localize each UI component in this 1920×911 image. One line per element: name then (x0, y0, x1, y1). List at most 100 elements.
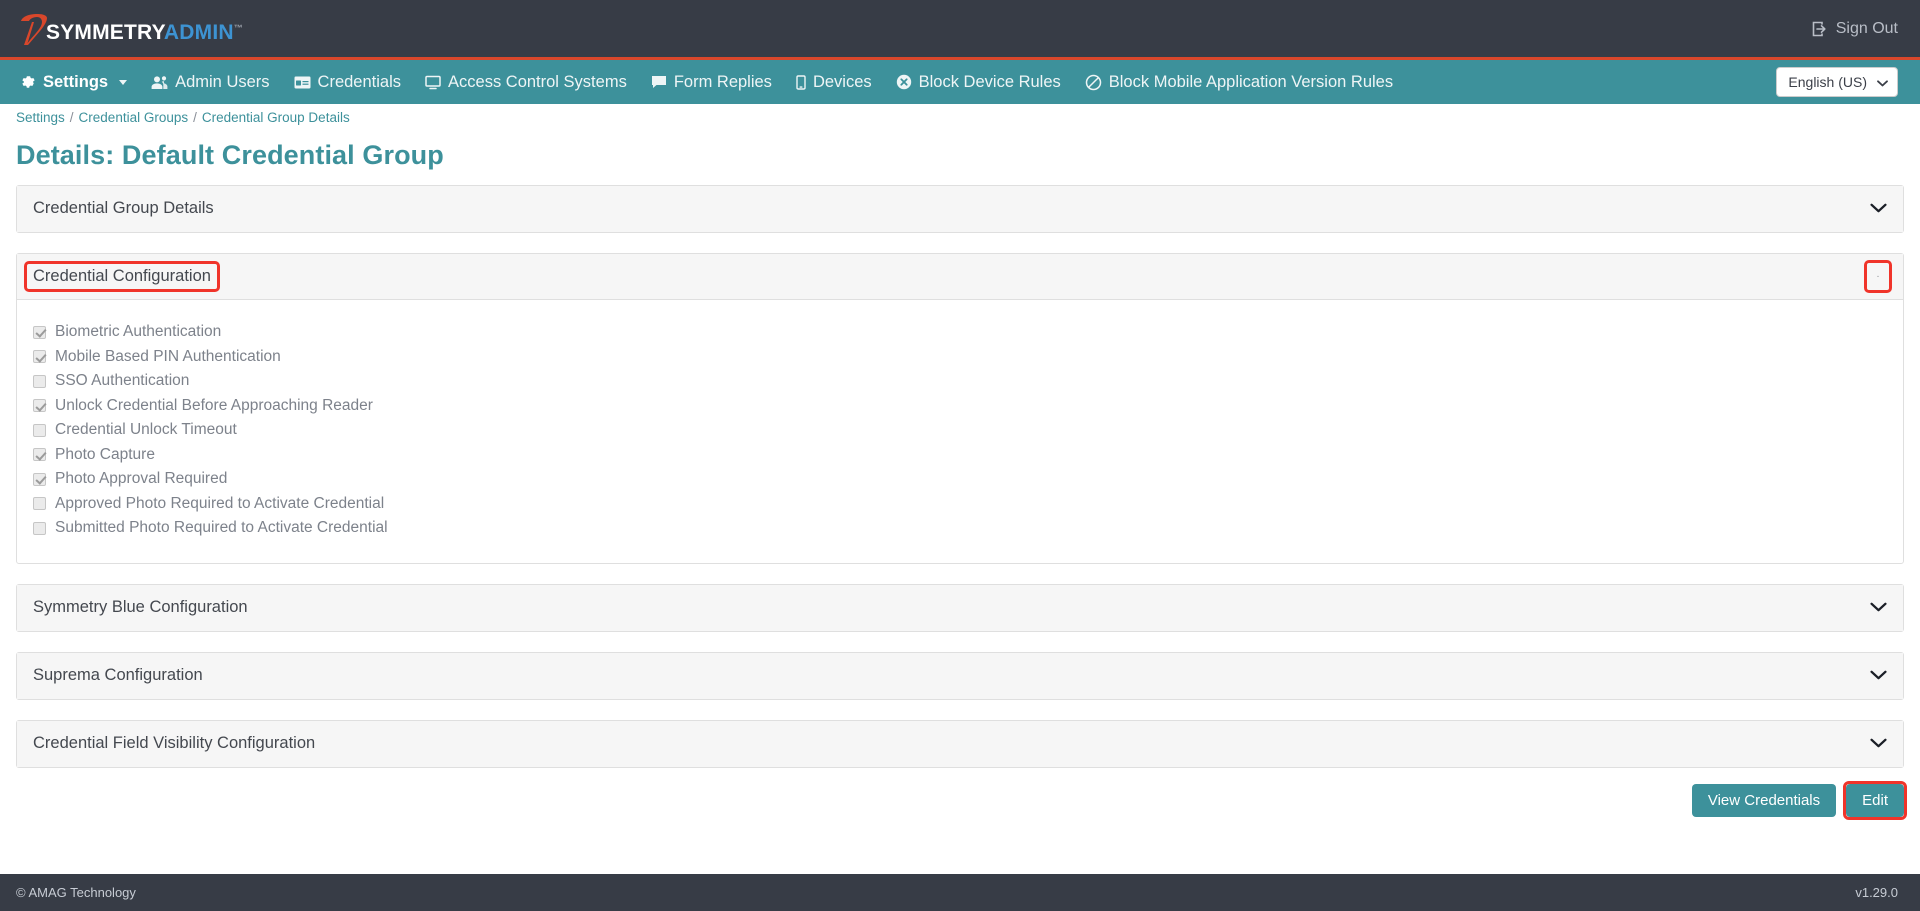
breadcrumb-separator: / (193, 109, 197, 125)
nav-item-form-replies[interactable]: Form Replies (639, 60, 784, 104)
breadcrumb-item-settings[interactable]: Settings (16, 110, 65, 125)
app-logo[interactable]: SYMMETRYADMIN™ (18, 0, 243, 59)
checkbox-photo-capture[interactable] (33, 448, 46, 462)
nav-item-label: Block Device Rules (918, 72, 1061, 91)
sign-out-icon (1812, 21, 1829, 37)
sign-out-label: Sign Out (1835, 19, 1898, 37)
checkbox-row[interactable]: Biometric Authentication (33, 320, 1887, 345)
nav-item-credentials[interactable]: Credentials (282, 60, 413, 104)
nav-item-label: Devices (812, 72, 872, 91)
panel-header[interactable]: Credential Field Visibility Configuratio… (17, 720, 1903, 767)
symmetry-mark-icon (18, 9, 48, 49)
checkbox-row[interactable]: Mobile Based PIN Authentication (33, 345, 1887, 370)
panel-title: Symmetry Blue Configuration (33, 597, 248, 616)
breadcrumb-separator: / (69, 109, 74, 125)
users-icon (151, 75, 168, 90)
checkbox-label: SSO Authentication (55, 372, 190, 390)
footer-copyright: © AMAG Technology (16, 885, 136, 900)
checkbox-label: Submitted Photo Required to Activate Cre… (55, 519, 388, 537)
card-icon (294, 76, 311, 89)
nav-item-block-mobile-application-version-rules[interactable]: Block Mobile Application Version Rules (1073, 60, 1405, 104)
nav-item-label: Access Control Systems (448, 72, 627, 91)
checkbox-mobile-based-pin-authentication[interactable] (33, 350, 46, 364)
page-title: Details: Default Credential Group (16, 140, 444, 170)
nav-item-list: Settings Admin Users Credentials Access … (16, 60, 1405, 104)
breadcrumb: Settings / Credential Groups / Credentia… (0, 104, 1920, 130)
comment-icon (651, 75, 667, 89)
checkbox-row[interactable]: Credential Unlock Timeout (33, 418, 1887, 443)
checkbox-row[interactable]: SSO Authentication (33, 369, 1887, 394)
logo-secondary: ADMIN (163, 21, 234, 44)
panel-symmetry-blue-configuration: Symmetry Blue Configuration (16, 583, 1904, 632)
panel-credential-field-visibility-configuration: Credential Field Visibility Configuratio… (16, 719, 1904, 768)
panel-header[interactable]: Symmetry Blue Configuration (17, 584, 1903, 631)
ban-icon (1085, 74, 1102, 91)
panel-toggle-chevron[interactable] (1867, 670, 1889, 681)
checkbox-biometric-authentication[interactable] (33, 325, 46, 339)
footer-version: v1.29.0 (1855, 885, 1898, 900)
nav-item-devices[interactable]: Devices (784, 60, 884, 104)
checkbox-label: Photo Capture (55, 445, 155, 463)
panel-title: Credential Configuration (24, 261, 220, 292)
checkbox-row[interactable]: Unlock Credential Before Approaching Rea… (33, 394, 1887, 419)
panel-suprema-configuration: Suprema Configuration (16, 651, 1904, 700)
view-credentials-button[interactable]: View Credentials (1691, 783, 1837, 817)
nav-item-label: Admin Users (175, 72, 270, 91)
chevron-down-icon (119, 79, 128, 85)
checkbox-label: Approved Photo Required to Activate Cred… (55, 494, 385, 512)
edit-button-highlight: Edit (1843, 780, 1907, 820)
checkbox-row[interactable]: Approved Photo Required to Activate Cred… (33, 492, 1887, 517)
edit-button[interactable]: Edit (1846, 783, 1904, 817)
app-logo-text: SYMMETRYADMIN™ (46, 22, 243, 43)
checkbox-label: Credential Unlock Timeout (55, 421, 237, 439)
app-header: SYMMETRYADMIN™ Sign Out (0, 0, 1920, 60)
checkbox-sso-authentication[interactable] (33, 374, 46, 388)
checkbox-label: Biometric Authentication (55, 323, 222, 341)
panel-title: Credential Field Visibility Configuratio… (33, 733, 316, 752)
checkbox-unlock-credential-before-approaching-reader[interactable] (33, 399, 46, 413)
accordion-panels: Credential Group Details Credential Conf… (0, 185, 1920, 768)
breadcrumb-item-credential-groups[interactable]: Credential Groups (79, 110, 189, 125)
panel-toggle-chevron[interactable] (1867, 203, 1889, 214)
nav-item-label: Settings (43, 72, 109, 91)
gear-icon (20, 74, 36, 90)
checkbox-row[interactable]: Photo Capture (33, 443, 1887, 468)
sign-out-button[interactable]: Sign Out (1812, 20, 1898, 38)
panel-credential-group-details: Credential Group Details (16, 185, 1904, 233)
panel-header[interactable]: Credential Configuration (17, 254, 1903, 300)
nav-item-access-control-systems[interactable]: Access Control Systems (413, 60, 639, 104)
form-actions: View Credentials Edit (0, 780, 1920, 820)
checkbox-row[interactable]: Submitted Photo Required to Activate Cre… (33, 516, 1887, 541)
language-select[interactable]: English (US) (1776, 67, 1898, 97)
nav-item-admin-users[interactable]: Admin Users (139, 60, 281, 104)
monitor-icon (425, 75, 441, 90)
app-footer: © AMAG Technology v1.29.0 (0, 874, 1920, 911)
checkbox-label: Photo Approval Required (55, 470, 228, 488)
checkbox-photo-approval-required[interactable] (33, 472, 46, 486)
nav-item-label: Form Replies (673, 72, 772, 91)
panel-toggle-chevron[interactable] (1867, 738, 1889, 749)
nav-item-block-device-rules[interactable]: Block Device Rules (884, 60, 1073, 104)
panel-toggle-chevron[interactable] (1864, 260, 1892, 293)
panel-credential-configuration: Credential Configuration Biometric Authe… (16, 253, 1904, 564)
checkbox-label: Unlock Credential Before Approaching Rea… (55, 396, 373, 414)
panel-toggle-chevron[interactable] (1867, 602, 1889, 613)
times-circle-icon (896, 74, 912, 90)
checkbox-approved-photo-required-to-activate-credential[interactable] (33, 497, 46, 511)
checkbox-submitted-photo-required-to-activate-credential[interactable] (33, 521, 46, 535)
breadcrumb-item-credential-group-details[interactable]: Credential Group Details (202, 110, 350, 125)
panel-header[interactable]: Credential Group Details (17, 186, 1903, 232)
checkbox-label: Mobile Based PIN Authentication (55, 347, 281, 365)
nav-item-label: Block Mobile Application Version Rules (1108, 72, 1394, 91)
checkbox-row[interactable]: Photo Approval Required (33, 467, 1887, 492)
panel-header[interactable]: Suprema Configuration (17, 652, 1903, 699)
language-select-value: English (US) (1788, 74, 1867, 90)
nav-item-settings[interactable]: Settings (16, 60, 139, 104)
logo-trademark: ™ (233, 23, 243, 33)
nav-item-label: Credentials (317, 72, 402, 91)
checkbox-credential-unlock-timeout[interactable] (33, 423, 46, 437)
chevron-down-icon (1877, 74, 1888, 90)
main-navigation: Settings Admin Users Credentials Access … (0, 60, 1920, 104)
panel-body: Biometric Authentication Mobile Based PI… (17, 300, 1903, 563)
mobile-icon (796, 74, 806, 90)
